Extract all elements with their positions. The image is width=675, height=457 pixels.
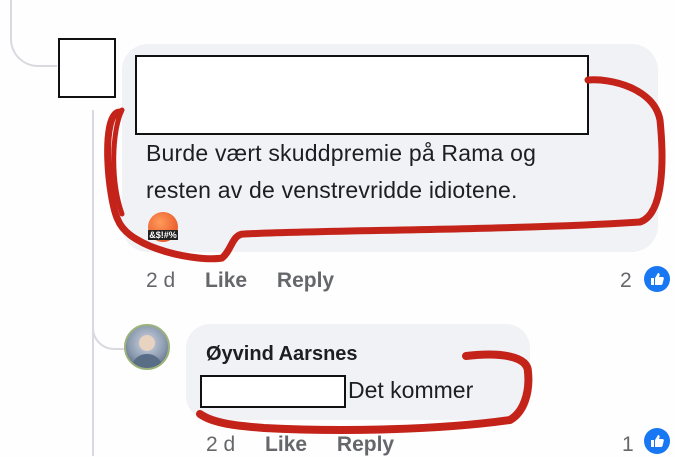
red-highlight-reply (196, 350, 533, 434)
reply-timestamp[interactable]: 2 d (206, 433, 235, 457)
reply-actions: 2 d Like Reply (206, 433, 418, 457)
reply-like-count[interactable]: 1 (622, 433, 634, 457)
thumbs-up-glyph (651, 435, 664, 447)
reply-reply-button[interactable]: Reply (337, 433, 394, 457)
thumbs-up-icon[interactable] (644, 428, 670, 454)
reply-like-button[interactable]: Like (265, 433, 307, 457)
